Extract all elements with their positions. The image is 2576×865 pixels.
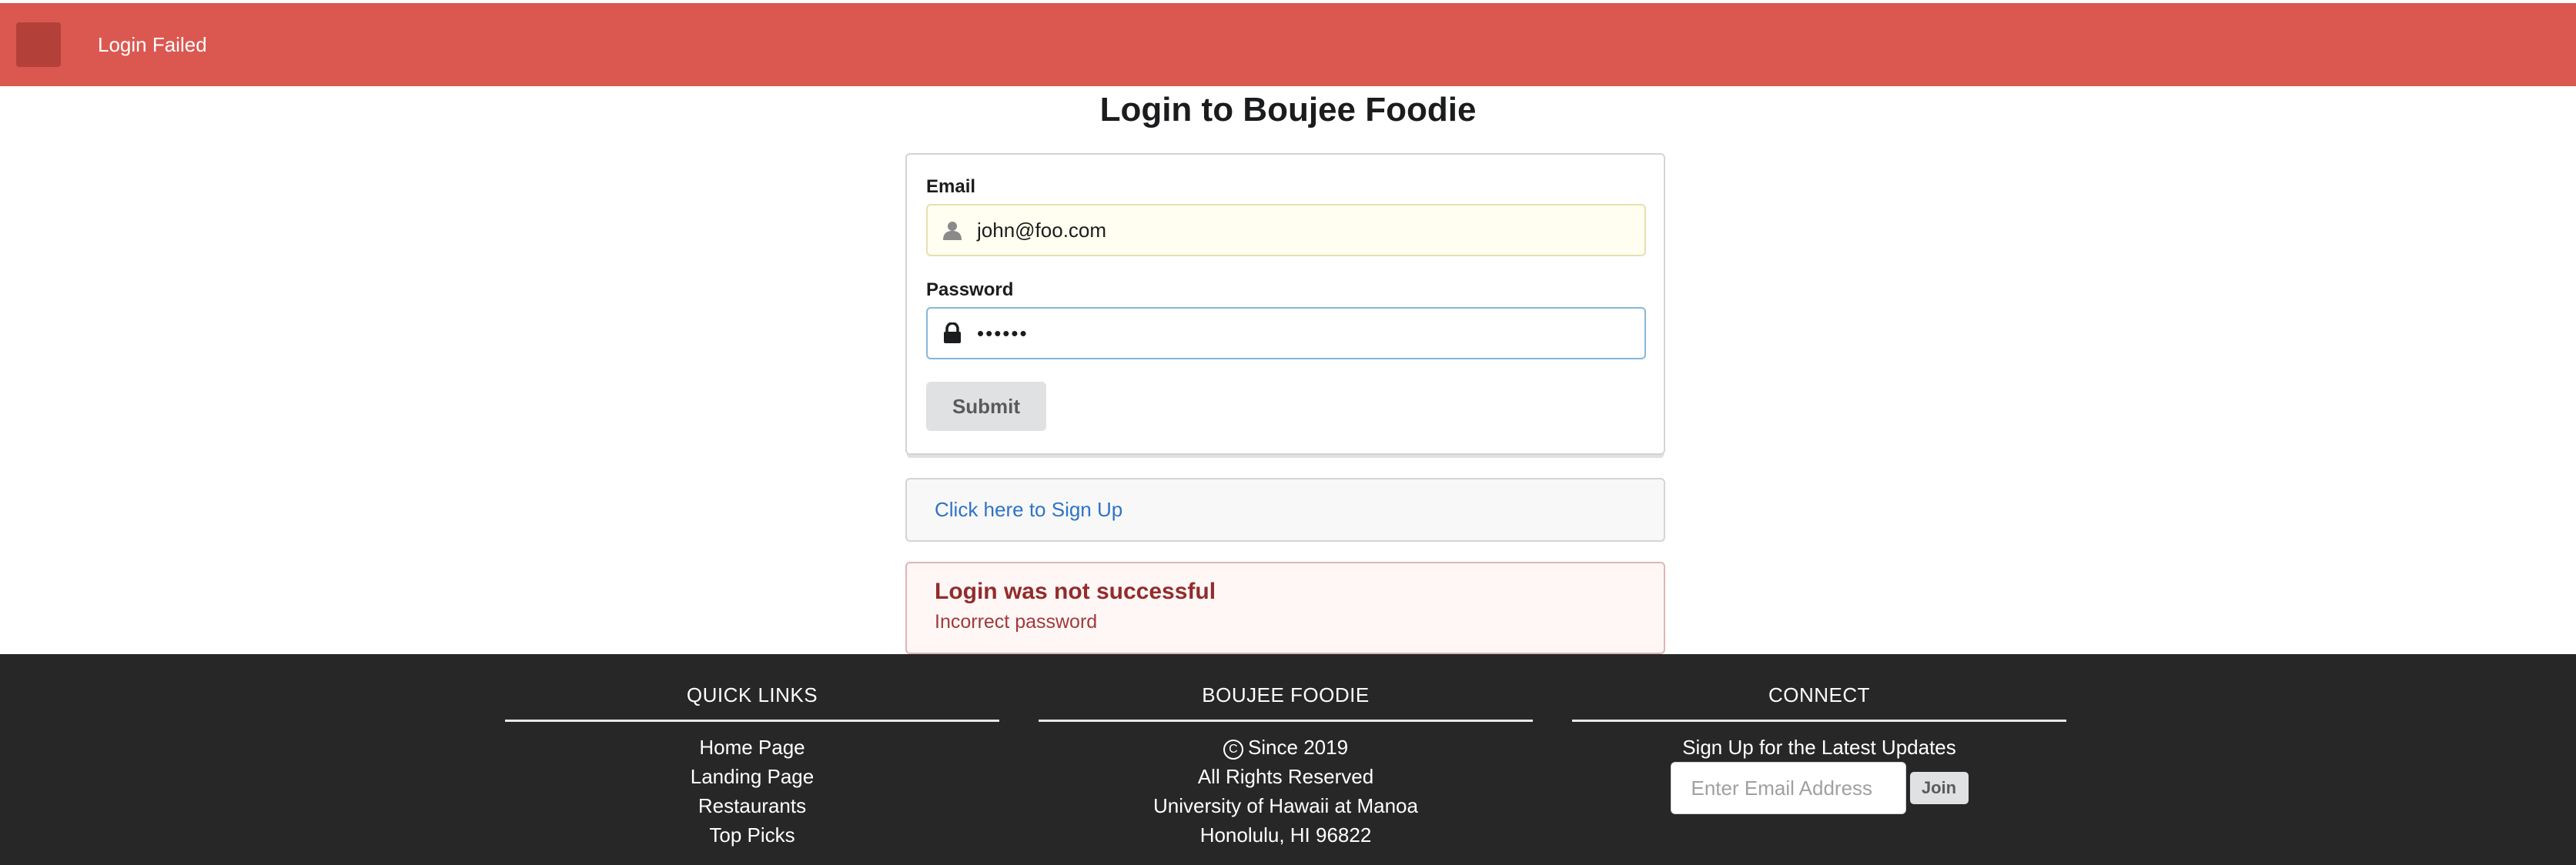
connect-heading: CONNECT: [1768, 683, 1871, 706]
subscribe-row: Enter Email Address Join: [1572, 762, 2066, 814]
error-toast[interactable]: Login Failed: [0, 3, 2576, 86]
newsletter-email-input[interactable]: Enter Email Address: [1670, 762, 1906, 814]
footer-link-landing[interactable]: Landing Page: [505, 762, 999, 791]
rights-text: All Rights Reserved: [1197, 765, 1374, 788]
toast-icon: [16, 22, 61, 67]
school-text: University of Hawaii at Manoa: [1153, 794, 1418, 817]
copyright-icon: C: [1223, 740, 1243, 760]
email-value: john@foo.com: [977, 218, 1107, 242]
error-text: Incorrect password: [935, 611, 1098, 633]
footer-link-home[interactable]: Home Page: [505, 733, 999, 762]
error-message: Login was not successful Incorrect passw…: [905, 562, 1665, 654]
email-label: Email: [926, 176, 976, 197]
divider: [1039, 720, 1533, 722]
error-title: Login was not successful: [935, 579, 1216, 604]
since-text: Since 2019: [1247, 736, 1349, 759]
footer-link-restaurants[interactable]: Restaurants: [505, 791, 999, 820]
quick-links-heading: QUICK LINKS: [686, 683, 818, 706]
footer: QUICK LINKS Home Page Landing Page Resta…: [0, 654, 2576, 865]
footer-quick-links: QUICK LINKS Home Page Landing Page Resta…: [505, 654, 999, 850]
address-text: Honolulu, HI 96822: [1199, 823, 1372, 847]
divider: [505, 720, 999, 722]
email-field[interactable]: john@foo.com: [926, 204, 1646, 256]
brand-heading: BOUJEE FOODIE: [1202, 683, 1370, 706]
since-line: C Since 2019: [1039, 733, 1533, 762]
footer-connect: CONNECT Sign Up for the Latest Updates E…: [1572, 654, 2066, 814]
footer-link-top-picks[interactable]: Top Picks: [505, 820, 999, 850]
submit-button[interactable]: Submit: [926, 382, 1046, 431]
page-title: Login to Boujee Foodie: [1099, 91, 1477, 129]
connect-tagline: Sign Up for the Latest Updates: [1682, 736, 1956, 759]
lock-icon: [928, 322, 977, 344]
signup-link[interactable]: Click here to Sign Up: [935, 498, 1122, 522]
password-field[interactable]: ••••••: [926, 307, 1646, 359]
toast-title: Login Failed: [98, 32, 207, 56]
join-button[interactable]: Join: [1909, 772, 1969, 804]
login-form: Email john@foo.com Password •••••• Submi…: [905, 153, 1665, 455]
footer-brand: BOUJEE FOODIE C Since 2019 All Rights Res…: [1039, 654, 1533, 850]
password-value: ••••••: [977, 321, 1029, 345]
signup-message: Click here to Sign Up: [905, 478, 1665, 542]
password-label: Password: [926, 279, 1014, 300]
user-icon: [928, 220, 977, 240]
divider: [1572, 720, 2066, 722]
